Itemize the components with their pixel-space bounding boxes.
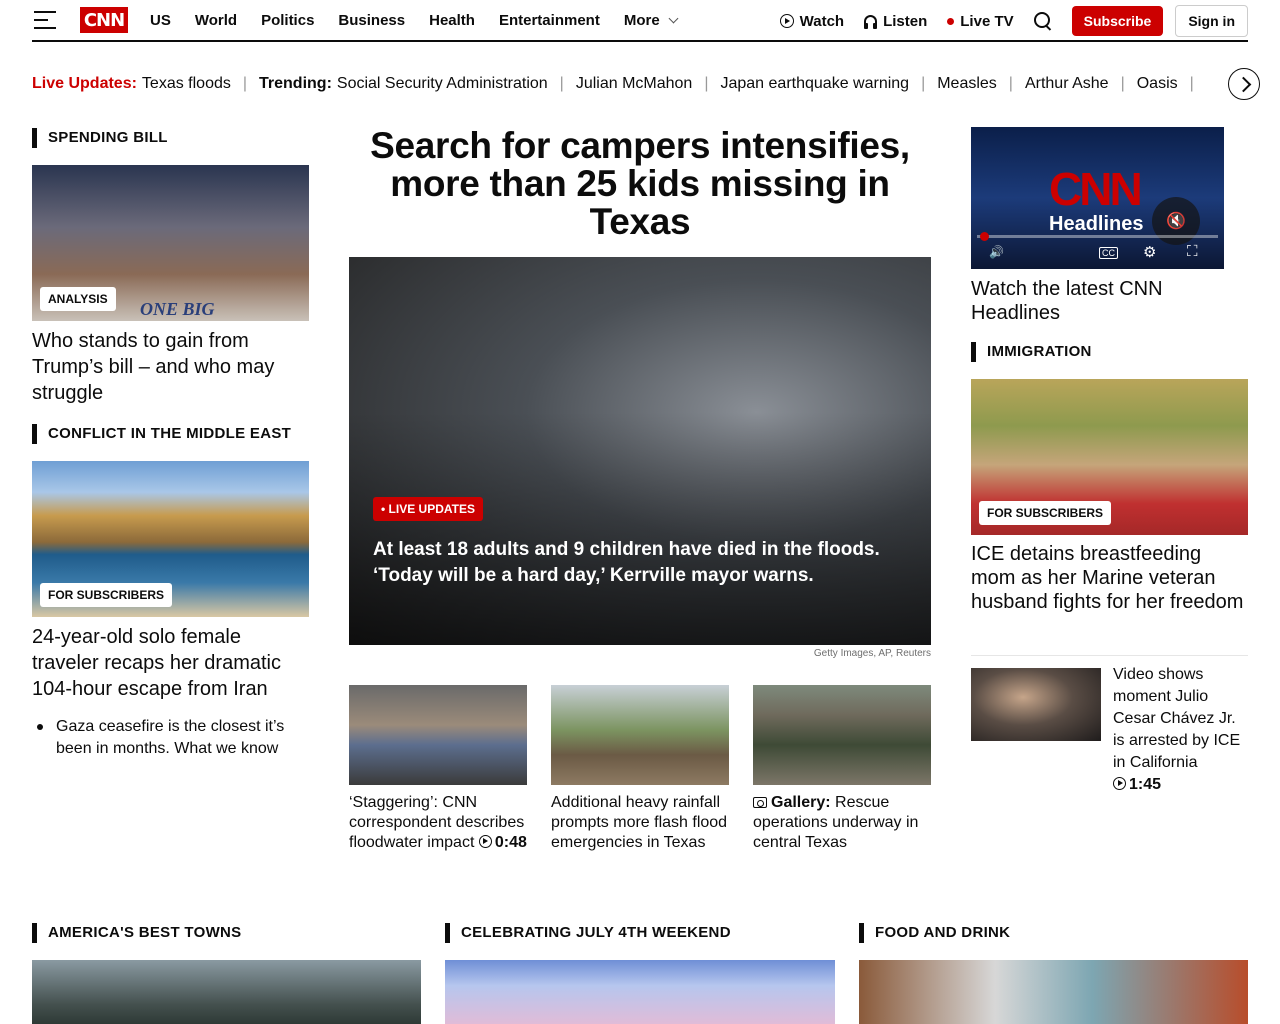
listen-label: Listen (883, 12, 928, 30)
ticker-item[interactable]: Arthur Ashe (1025, 75, 1109, 93)
photo-credit: Getty Images, AP, Reuters (813, 648, 931, 659)
video-caption[interactable]: Watch the latest CNN Headlines (971, 277, 1231, 325)
video-duration: 1:45 (1129, 776, 1162, 793)
subscribe-button[interactable]: Subscribe (1071, 6, 1164, 36)
thumbnail-image[interactable] (349, 685, 527, 785)
ticker-item[interactable]: Julian McMahon (576, 75, 693, 93)
video-controls: 🔊 CC ⚙ ⛶ (971, 232, 1224, 269)
video-duration: 0:48 (494, 834, 527, 851)
ticker-item[interactable]: Oasis (1137, 75, 1178, 93)
lead-image[interactable]: • LIVE UPDATES At least 18 adults and 9 … (349, 257, 931, 645)
thumbnail-caption[interactable]: ‘Staggering’: CNN correspondent describe… (349, 793, 527, 853)
search-icon[interactable] (1033, 12, 1052, 30)
trending-ticker: Live Updates: Texas floods | Trending: S… (32, 75, 1194, 93)
analysis-badge: ANALYSIS (40, 287, 116, 311)
nav-us[interactable]: US (150, 12, 171, 29)
ticker-item[interactable]: Japan earthquake warning (720, 75, 909, 93)
thumbnail-caption[interactable]: Gallery: Rescue operations underway in c… (753, 793, 931, 853)
video-logo-sub: Headlines (1049, 213, 1144, 235)
watch-label: Watch (799, 12, 845, 30)
live-tv-label: Live TV (960, 12, 1014, 30)
section-label-immigration[interactable]: IMMIGRATION (971, 342, 1092, 362)
july-4th-image[interactable] (445, 960, 835, 1024)
header-actions: Watch Listen Live TV Subscribe Sign in (779, 5, 1248, 37)
video-player[interactable]: CNN Headlines 🔇 🔊 CC ⚙ ⛶ (971, 127, 1224, 269)
nav-health[interactable]: Health (429, 12, 475, 29)
section-label-food-drink[interactable]: FOOD AND DRINK (859, 923, 1010, 943)
image-sign-text: ONE BIG (140, 299, 215, 319)
immigration-image[interactable]: FOR SUBSCRIBERS (971, 379, 1248, 535)
nav-entertainment[interactable]: Entertainment (499, 12, 600, 29)
food-drink-image[interactable] (859, 960, 1248, 1024)
nav-more[interactable]: More (623, 11, 679, 29)
gear-icon[interactable]: ⚙ (1143, 243, 1156, 261)
main-nav: US World Politics Business Health Entert… (150, 11, 679, 29)
section-label-middle-east[interactable]: CONFLICT IN THE MIDDLE EAST (32, 424, 291, 444)
thumbnail-image[interactable] (551, 685, 729, 785)
listen-link[interactable]: Listen (864, 13, 927, 30)
nav-business[interactable]: Business (338, 12, 405, 29)
thumbnail-image[interactable] (753, 685, 931, 785)
menu-icon[interactable] (34, 11, 56, 29)
subscriber-badge: FOR SUBSCRIBERS (979, 501, 1112, 525)
ticker-live-item[interactable]: Texas floods (142, 75, 231, 93)
chevron-down-icon (668, 13, 679, 23)
related-link[interactable]: Gaza ceasefire is the closest it’s been … (32, 716, 309, 760)
fullscreen-icon[interactable]: ⛶ (1187, 243, 1198, 260)
cnn-logo[interactable]: CNN (80, 7, 128, 33)
watch-link[interactable]: Watch (779, 12, 845, 30)
nav-world[interactable]: World (195, 12, 237, 29)
card-headline[interactable]: Who stands to gain from Trump’s bill – a… (32, 328, 309, 406)
nav-more-label: More (623, 11, 660, 29)
section-label-spending-bill[interactable]: SPENDING BILL (32, 128, 168, 148)
closed-captions-icon[interactable]: CC (1099, 247, 1118, 259)
ticker-item[interactable]: Measles (937, 75, 997, 93)
card-headline[interactable]: ICE detains breastfeeding mom as her Mar… (971, 542, 1248, 614)
section-label-july-4th[interactable]: CELEBRATING JULY 4TH WEEKEND (445, 923, 731, 943)
related-links: Gaza ceasefire is the closest it’s been … (32, 716, 309, 760)
best-towns-image[interactable] (32, 960, 421, 1024)
story-thumbnail[interactable] (971, 668, 1101, 741)
story-text[interactable]: Video shows moment Julio Cesar Chávez Jr… (1113, 664, 1248, 796)
live-tv-link[interactable]: Live TV (947, 12, 1014, 30)
section-label-best-towns[interactable]: AMERICA'S BEST TOWNS (32, 923, 241, 943)
play-icon (779, 14, 794, 28)
lead-headline[interactable]: Search for campers intensifies, more tha… (349, 127, 931, 241)
divider (971, 655, 1248, 656)
play-icon (478, 835, 492, 848)
volume-icon[interactable]: 🔊 (989, 245, 1004, 259)
video-logo: CNN (1049, 163, 1143, 215)
play-icon (1113, 777, 1126, 790)
subscriber-badge: FOR SUBSCRIBERS (40, 583, 173, 607)
top-nav-bar: CNN US World Politics Business Health En… (32, 0, 1248, 42)
live-updates-badge: • LIVE UPDATES (373, 497, 483, 521)
iran-mosque-image[interactable]: FOR SUBSCRIBERS (32, 461, 309, 617)
camera-icon (753, 797, 767, 808)
card-headline[interactable]: 24-year-old solo female traveler recaps … (32, 624, 309, 702)
headphones-icon (864, 15, 878, 29)
ticker-next-button[interactable] (1228, 68, 1260, 100)
trending-label: Trending: (259, 75, 332, 92)
sign-in-button[interactable]: Sign in (1175, 5, 1248, 37)
live-dot-icon (947, 17, 955, 25)
live-updates-label: Live Updates: (32, 75, 137, 92)
video-progress[interactable] (977, 232, 1218, 241)
ticker-item[interactable]: Social Security Administration (337, 75, 548, 93)
nav-politics[interactable]: Politics (261, 12, 314, 29)
thumbnail-caption[interactable]: Additional heavy rainfall prompts more f… (551, 793, 729, 853)
lead-caption[interactable]: At least 18 adults and 9 children have d… (373, 537, 893, 589)
spending-bill-image[interactable]: ONE BIG ANALYSIS (32, 165, 309, 321)
